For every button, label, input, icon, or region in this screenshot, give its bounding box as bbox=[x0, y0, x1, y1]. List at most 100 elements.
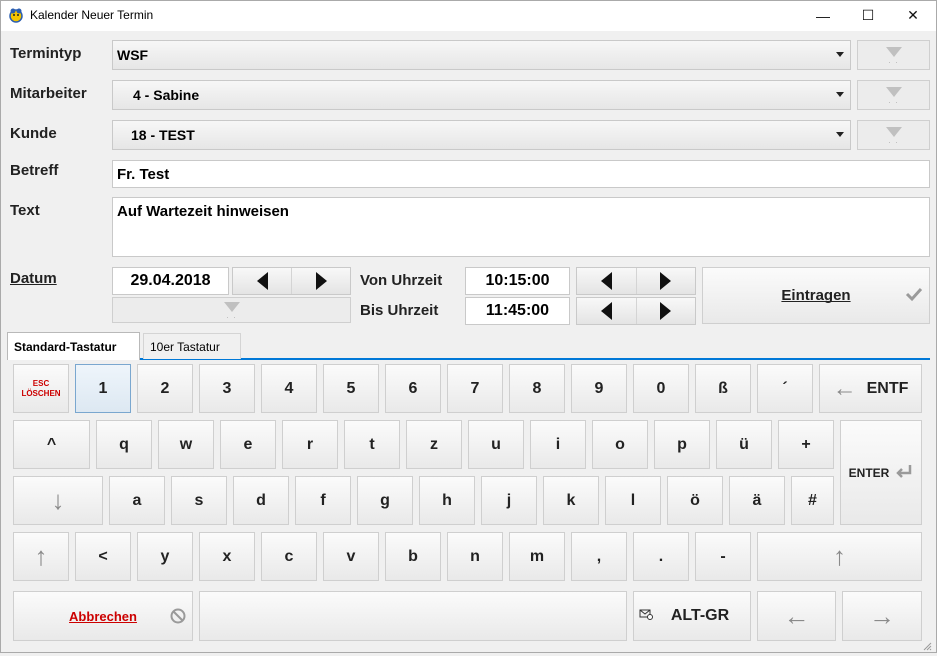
key-hash[interactable]: # bbox=[791, 476, 834, 525]
bis-next-button[interactable] bbox=[635, 298, 696, 324]
text-textarea[interactable]: Auf Wartezeit hinweisen bbox=[112, 197, 930, 257]
key-ue[interactable]: ü bbox=[716, 420, 772, 469]
left-arrow-icon bbox=[600, 272, 612, 290]
close-button[interactable]: ✕ bbox=[890, 0, 936, 31]
resize-grip[interactable] bbox=[922, 638, 932, 651]
text-label: Text bbox=[10, 202, 40, 219]
key-c[interactable]: c bbox=[261, 532, 317, 581]
key-v[interactable]: v bbox=[323, 532, 379, 581]
arrow-left-key[interactable]: ← bbox=[757, 591, 836, 641]
minimize-button[interactable]: — bbox=[800, 0, 846, 31]
enter-key[interactable]: ENTER bbox=[840, 420, 922, 525]
esc-loeschen-key[interactable]: ESC LÖSCHEN bbox=[13, 364, 69, 413]
maximize-button[interactable]: ☐ bbox=[845, 0, 891, 31]
key-1[interactable]: 1 bbox=[75, 364, 131, 413]
betreff-input[interactable]: Fr. Test bbox=[112, 160, 930, 188]
abbrechen-button[interactable]: Abbrechen bbox=[13, 591, 193, 641]
key-period[interactable]: . bbox=[633, 532, 689, 581]
key-0[interactable]: 0 bbox=[633, 364, 689, 413]
left-arrow-icon: ← bbox=[783, 600, 810, 631]
datum-input[interactable]: 29.04.2018 bbox=[112, 267, 229, 295]
datum-next-button[interactable] bbox=[291, 268, 350, 294]
key-4[interactable]: 4 bbox=[261, 364, 317, 413]
kunde-value: 18 - TEST bbox=[131, 127, 195, 143]
key-acute[interactable]: ´ bbox=[757, 364, 813, 413]
von-next-button[interactable] bbox=[635, 268, 696, 294]
key-6[interactable]: 6 bbox=[385, 364, 441, 413]
key-f[interactable]: f bbox=[295, 476, 351, 525]
backspace-arrow-icon: ← bbox=[832, 374, 857, 402]
key-t[interactable]: t bbox=[344, 420, 400, 469]
key-b[interactable]: b bbox=[385, 532, 441, 581]
eintragen-button[interactable]: Eintragen bbox=[702, 267, 930, 324]
right-arrow-icon bbox=[660, 302, 672, 320]
von-prev-button[interactable] bbox=[577, 268, 636, 294]
key-caret[interactable]: ^ bbox=[13, 420, 90, 469]
key-plus[interactable]: + bbox=[778, 420, 834, 469]
termintyp-filter-button[interactable]: . . bbox=[857, 40, 930, 70]
key-a[interactable]: a bbox=[109, 476, 165, 525]
key-3[interactable]: 3 bbox=[199, 364, 255, 413]
key-l[interactable]: l bbox=[605, 476, 661, 525]
checkmark-icon bbox=[905, 286, 923, 306]
key-q[interactable]: q bbox=[96, 420, 152, 469]
key-h[interactable]: h bbox=[419, 476, 475, 525]
key-2[interactable]: 2 bbox=[137, 364, 193, 413]
right-arrow-icon: → bbox=[869, 600, 895, 631]
key-n[interactable]: n bbox=[447, 532, 503, 581]
key-d[interactable]: d bbox=[233, 476, 289, 525]
tab-10er-tastatur[interactable]: 10er Tastatur bbox=[143, 333, 241, 359]
mitarbeiter-filter-button[interactable]: . . bbox=[857, 80, 930, 110]
key-k[interactable]: k bbox=[543, 476, 599, 525]
bis-prev-button[interactable] bbox=[577, 298, 636, 324]
key-minus[interactable]: - bbox=[695, 532, 751, 581]
von-stepper bbox=[576, 267, 696, 295]
close-icon: ✕ bbox=[907, 7, 919, 23]
key-sz[interactable]: ß bbox=[695, 364, 751, 413]
entf-key[interactable]: ← ENTF bbox=[819, 364, 922, 413]
key-j[interactable]: j bbox=[481, 476, 537, 525]
shift-right-key[interactable]: ↑ bbox=[757, 532, 922, 581]
key-u[interactable]: u bbox=[468, 420, 524, 469]
key-5[interactable]: 5 bbox=[323, 364, 379, 413]
key-z[interactable]: z bbox=[406, 420, 462, 469]
kunde-filter-button[interactable]: . . bbox=[857, 120, 930, 150]
caps-down-key[interactable]: ↓ bbox=[13, 476, 103, 525]
key-s[interactable]: s bbox=[171, 476, 227, 525]
datum-label: Datum bbox=[10, 270, 57, 287]
space-key[interactable] bbox=[199, 591, 627, 641]
key-m[interactable]: m bbox=[509, 532, 565, 581]
arrow-right-key[interactable]: → bbox=[842, 591, 922, 641]
key-less-than[interactable]: < bbox=[75, 532, 131, 581]
alt-gr-key[interactable]: ALT-GR bbox=[633, 591, 751, 641]
key-i[interactable]: i bbox=[530, 420, 586, 469]
dropdown-arrow-icon bbox=[836, 92, 844, 97]
key-o[interactable]: o bbox=[592, 420, 648, 469]
key-comma[interactable]: , bbox=[571, 532, 627, 581]
kunde-select[interactable]: 18 - TEST bbox=[112, 120, 851, 150]
key-y[interactable]: y bbox=[137, 532, 193, 581]
key-p[interactable]: p bbox=[654, 420, 710, 469]
datum-prev-button[interactable] bbox=[233, 268, 291, 294]
key-r[interactable]: r bbox=[282, 420, 338, 469]
key-8[interactable]: 8 bbox=[509, 364, 565, 413]
von-input[interactable]: 10:15:00 bbox=[465, 267, 570, 295]
mitarbeiter-select[interactable]: 4 - Sabine bbox=[112, 80, 851, 110]
left-arrow-icon bbox=[256, 272, 268, 290]
termintyp-select[interactable]: WSF bbox=[112, 40, 851, 70]
bis-input[interactable]: 11:45:00 bbox=[465, 297, 570, 325]
key-9[interactable]: 9 bbox=[571, 364, 627, 413]
key-x[interactable]: x bbox=[199, 532, 255, 581]
key-ae[interactable]: ä bbox=[729, 476, 785, 525]
tab-standard-tastatur[interactable]: Standard-Tastatur bbox=[7, 332, 140, 360]
key-oe[interactable]: ö bbox=[667, 476, 723, 525]
key-7[interactable]: 7 bbox=[447, 364, 503, 413]
key-e[interactable]: e bbox=[220, 420, 276, 469]
von-label: Von Uhrzeit bbox=[360, 272, 443, 289]
minimize-icon: — bbox=[816, 7, 830, 24]
key-g[interactable]: g bbox=[357, 476, 413, 525]
shift-left-key[interactable]: ↑ bbox=[13, 532, 69, 581]
key-w[interactable]: w bbox=[158, 420, 214, 469]
datum-dropdown-button[interactable]: . . bbox=[112, 297, 351, 323]
mitarbeiter-label: Mitarbeiter bbox=[10, 85, 87, 102]
